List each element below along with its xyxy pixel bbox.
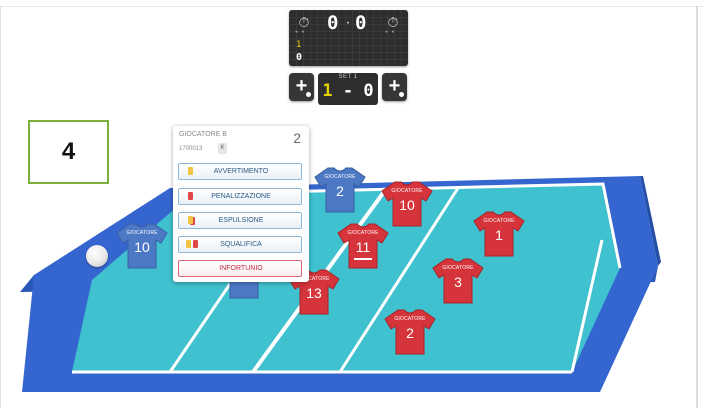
set-indicator-bottom: 0 bbox=[296, 52, 303, 63]
volleyball-icon[interactable] bbox=[86, 245, 108, 267]
set-label: SET 1 bbox=[338, 74, 358, 80]
score-right: 0 bbox=[355, 12, 367, 34]
penalty-button-label: PENALIZZAZIONE bbox=[211, 193, 271, 200]
popup-player-count: 2 bbox=[293, 130, 301, 146]
jersey-label: GIOCATORE bbox=[347, 230, 379, 236]
jersey-number: 13 bbox=[306, 285, 322, 301]
jersey-label: GIOCATORE bbox=[126, 230, 158, 236]
jersey-label: GIOCATORE bbox=[442, 265, 474, 271]
jersey-label: GIOCATORE bbox=[394, 316, 426, 322]
player-jersey-red-2[interactable]: GIOCATORE 2 bbox=[384, 308, 436, 356]
jersey-label: GIOCATORE bbox=[391, 188, 423, 194]
disqualification-button[interactable]: SQUALIFICA bbox=[178, 236, 302, 253]
jersey-number: 2 bbox=[406, 325, 414, 341]
player-jersey-blue-10[interactable]: GIOCATORE 10 bbox=[116, 222, 168, 270]
expulsion-button-label: ESPULSIONE bbox=[218, 217, 264, 224]
set-indicator-top: 1 bbox=[296, 40, 302, 50]
set-score-right: 0 bbox=[363, 81, 374, 101]
app-canvas: ⏱ ⏱ ● ● ● ● 0 · 0 1 0 + SET 1 1 - 0 + 4 … bbox=[0, 0, 703, 408]
ball-dot-icon bbox=[399, 92, 404, 97]
player-jersey-red-3[interactable]: GIOCATORE 3 bbox=[432, 257, 484, 305]
add-point-right-button[interactable]: + bbox=[382, 73, 407, 101]
popup-player-id: 1700013 bbox=[179, 146, 203, 152]
timeout-dots-left: ● ● bbox=[295, 29, 306, 35]
jersey-number: 1 bbox=[495, 227, 503, 243]
timeout-stopwatch-left-icon[interactable]: ⏱ bbox=[296, 14, 312, 30]
jersey-number: 10 bbox=[134, 239, 150, 255]
warning-button-label: AVVERTIMENTO bbox=[213, 168, 269, 175]
set-score: 1 - 0 bbox=[318, 81, 378, 101]
ball-dot-icon bbox=[306, 92, 311, 97]
jersey-label: GIOCATORE bbox=[324, 174, 356, 180]
add-point-left-button[interactable]: + bbox=[289, 73, 314, 101]
timeout-dots-right: ● ● bbox=[385, 29, 396, 35]
expulsion-button[interactable]: ESPULSIONE bbox=[178, 212, 302, 229]
score-left: 0 bbox=[327, 12, 339, 34]
jersey-number: 2 bbox=[336, 183, 344, 199]
player-jersey-blue-2[interactable]: GIOCATORE 2 bbox=[314, 166, 366, 214]
popup-player-title: GIOCATORE B bbox=[179, 131, 227, 138]
disqualification-button-label: SQUALIFICA bbox=[220, 241, 262, 248]
step-number-label: 4 bbox=[28, 120, 109, 184]
player-jersey-red-1[interactable]: GIOCATORE 1 bbox=[473, 210, 525, 258]
timeout-stopwatch-right-icon[interactable]: ⏱ bbox=[385, 14, 401, 30]
player-jersey-red-10[interactable]: GIOCATORE 10 bbox=[381, 180, 433, 228]
popup-captain-badge: K bbox=[218, 143, 227, 154]
jersey-number: 11 bbox=[355, 239, 371, 255]
scoreboard: ⏱ ⏱ ● ● ● ● 0 · 0 1 0 bbox=[289, 10, 408, 66]
injury-button[interactable]: INFORTUNIO bbox=[178, 260, 302, 277]
set-score-separator: - bbox=[332, 81, 364, 101]
set-score-left: 1 bbox=[322, 81, 333, 101]
player-action-popup: GIOCATORE B 2 1700013 K AVVERTIMENTO PEN… bbox=[173, 126, 309, 282]
jersey-label: GIOCATORE bbox=[483, 218, 515, 224]
penalty-button[interactable]: PENALIZZAZIONE bbox=[178, 188, 302, 205]
selected-underline bbox=[354, 258, 372, 260]
score-separator: · bbox=[345, 14, 351, 31]
set-score-box: SET 1 1 - 0 bbox=[318, 73, 378, 105]
injury-button-label: INFORTUNIO bbox=[219, 265, 263, 272]
jersey-number: 3 bbox=[454, 274, 462, 290]
jersey-number: 10 bbox=[399, 197, 415, 213]
warning-button[interactable]: AVVERTIMENTO bbox=[178, 163, 302, 180]
player-jersey-red-11[interactable]: GIOCATORE 11 bbox=[337, 222, 389, 270]
